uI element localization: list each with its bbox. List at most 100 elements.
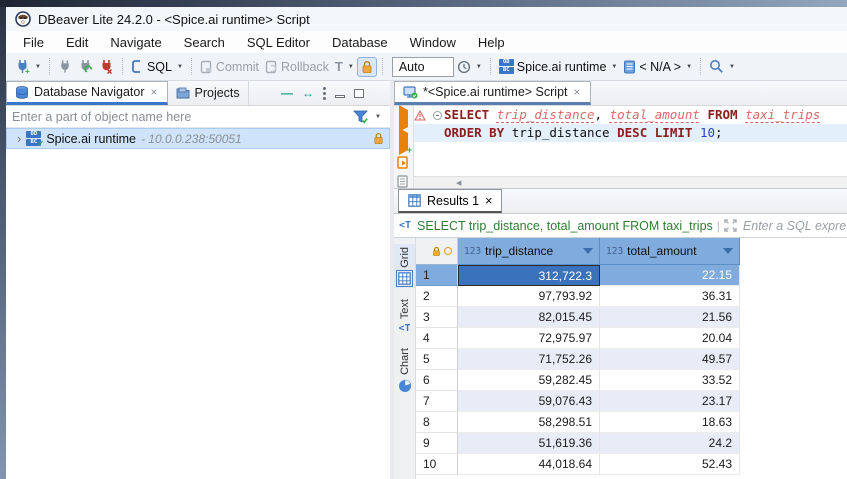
sql-code[interactable]: SELECT trip_distance, total_amount FROM … <box>414 106 847 176</box>
row-number[interactable]: 4 <box>416 328 458 349</box>
search-button[interactable]: ▼ <box>706 56 738 77</box>
cell-trip-distance[interactable]: 59,076.43 <box>458 391 600 412</box>
row-number[interactable]: 3 <box>416 307 458 328</box>
view-menu-icon[interactable] <box>323 87 326 100</box>
sql-editor-button[interactable]: SQL ▼ <box>128 56 186 77</box>
chevron-down-icon[interactable]: ▼ <box>729 64 735 70</box>
cell-trip-distance[interactable]: 72,975.97 <box>458 328 600 349</box>
table-row: 7 59,076.43 23.17 <box>416 391 847 412</box>
cell-trip-distance[interactable]: 58,298.51 <box>458 412 600 433</box>
chevron-down-icon[interactable]: ▼ <box>476 64 482 70</box>
cell-total-amount[interactable]: 52.43 <box>600 454 740 475</box>
minimize-icon[interactable] <box>335 95 345 98</box>
close-icon[interactable]: × <box>573 85 582 99</box>
expander-chevron-icon[interactable]: › <box>17 131 21 146</box>
filter-funnel-icon[interactable] <box>353 110 369 124</box>
transaction-mode-button[interactable]: T ▼ <box>332 56 357 77</box>
minimize-view-icon[interactable]: — <box>281 86 293 100</box>
cell-trip-distance[interactable]: 312,722.3 <box>458 265 600 286</box>
row-number[interactable]: 2 <box>416 286 458 307</box>
auto-commit-combo[interactable]: Auto <box>392 57 454 77</box>
tab-grid[interactable]: Grid <box>394 244 415 288</box>
chevron-down-icon[interactable]: ▼ <box>686 64 692 70</box>
tab-projects[interactable]: Projects <box>168 81 249 105</box>
row-number[interactable]: 9 <box>416 433 458 454</box>
tab-database-navigator[interactable]: Database Navigator × <box>6 81 168 105</box>
row-number[interactable]: 10 <box>416 454 458 475</box>
execute-script-icon[interactable] <box>397 156 410 170</box>
row-number[interactable]: 8 <box>416 412 458 433</box>
menu-search[interactable]: Search <box>173 33 236 52</box>
column-header-trip-distance[interactable]: 123 trip_distance <box>458 238 600 265</box>
cell-total-amount[interactable]: 21.56 <box>600 307 740 328</box>
connect-button[interactable] <box>55 56 75 77</box>
database-stack-icon <box>15 86 29 99</box>
new-connection-button[interactable]: + ▼ <box>12 56 44 77</box>
chevron-down-icon[interactable]: ▼ <box>348 64 354 70</box>
column-header-total-amount[interactable]: 123 total_amount <box>600 238 740 265</box>
cell-total-amount[interactable]: 49.57 <box>600 349 740 370</box>
scroll-left-icon[interactable]: ◀ <box>456 179 461 187</box>
sort-filter-icon[interactable] <box>723 248 733 254</box>
cell-trip-distance[interactable]: 59,282.45 <box>458 370 600 391</box>
cell-total-amount[interactable]: 33.52 <box>600 370 740 391</box>
execute-new-tab-button[interactable]: + <box>399 133 408 151</box>
row-number[interactable]: 6 <box>416 370 458 391</box>
tab-text[interactable]: Text <T <box>394 296 415 337</box>
menu-database[interactable]: Database <box>321 33 399 52</box>
grid-corner-cell[interactable] <box>416 238 458 265</box>
execute-statement-button[interactable] <box>399 110 408 128</box>
tab-results-1[interactable]: Results 1 × <box>398 189 502 213</box>
cell-trip-distance[interactable]: 44,018.64 <box>458 454 600 475</box>
active-connection-label: Spice.ai runtime <box>517 60 607 74</box>
chevron-down-icon[interactable]: ▼ <box>375 114 381 120</box>
row-number[interactable]: 1 <box>416 265 458 286</box>
reconnect-button[interactable] <box>75 56 96 77</box>
chevron-down-icon[interactable]: ▼ <box>177 64 183 70</box>
cell-total-amount[interactable]: 20.04 <box>600 328 740 349</box>
toolbar-separator <box>191 58 192 75</box>
transaction-log-button[interactable]: ▼ <box>454 57 485 77</box>
sort-filter-icon[interactable] <box>583 248 593 254</box>
disconnect-button[interactable] <box>96 56 117 77</box>
menu-file[interactable]: File <box>12 33 55 52</box>
cell-trip-distance[interactable]: 71,752.26 <box>458 349 600 370</box>
fold-marker-icon[interactable] <box>430 111 444 120</box>
cell-total-amount[interactable]: 22.15 <box>600 265 740 286</box>
cell-trip-distance[interactable]: 97,793.92 <box>458 286 600 307</box>
row-number[interactable]: 5 <box>416 349 458 370</box>
chevron-down-icon[interactable]: ▼ <box>611 64 617 70</box>
object-filter-input[interactable] <box>6 110 353 124</box>
close-icon[interactable]: × <box>149 85 158 99</box>
editor-hscrollbar[interactable]: ◀ <box>414 176 847 188</box>
connection-lock-toggle[interactable] <box>357 57 377 77</box>
menu-window[interactable]: Window <box>399 33 467 52</box>
maximize-icon[interactable] <box>354 89 364 98</box>
cell-trip-distance[interactable]: 82,015.45 <box>458 307 600 328</box>
rollback-button[interactable]: Rollback <box>262 57 332 77</box>
connection-tree-item[interactable]: › OD BC ✓ Spice.ai runtime - 10.0.0.238:… <box>6 128 390 149</box>
row-number[interactable]: 7 <box>416 391 458 412</box>
expand-filter-icon[interactable] <box>724 219 737 232</box>
cell-total-amount[interactable]: 18.63 <box>600 412 740 433</box>
sql-keyword: SELECT <box>444 106 489 124</box>
script-icon[interactable] <box>397 175 410 189</box>
active-schema-combo[interactable]: < N/A > ▼ <box>620 57 695 77</box>
cell-trip-distance[interactable]: 51,619.36 <box>458 433 600 454</box>
tab-chart[interactable]: Chart <box>394 345 415 396</box>
link-editor-icon[interactable]: ↔ <box>302 86 314 100</box>
cell-total-amount[interactable]: 36.31 <box>600 286 740 307</box>
search-icon <box>709 59 724 74</box>
cell-total-amount[interactable]: 23.17 <box>600 391 740 412</box>
menu-sql-editor[interactable]: SQL Editor <box>236 33 321 52</box>
menu-help[interactable]: Help <box>467 33 516 52</box>
tab-sql-script[interactable]: *<Spice.ai runtime> Script × <box>394 81 591 105</box>
menu-navigate[interactable]: Navigate <box>99 33 172 52</box>
menu-edit[interactable]: Edit <box>55 33 99 52</box>
active-connection-combo[interactable]: OD BC Spice.ai runtime ▼ <box>496 56 621 77</box>
commit-button[interactable]: Commit <box>197 57 262 77</box>
chevron-down-icon[interactable]: ▼ <box>35 64 41 70</box>
results-filter-bar[interactable]: <T SELECT trip_distance, total_amount FR… <box>394 214 847 238</box>
close-icon[interactable]: × <box>485 194 492 208</box>
cell-total-amount[interactable]: 24.2 <box>600 433 740 454</box>
